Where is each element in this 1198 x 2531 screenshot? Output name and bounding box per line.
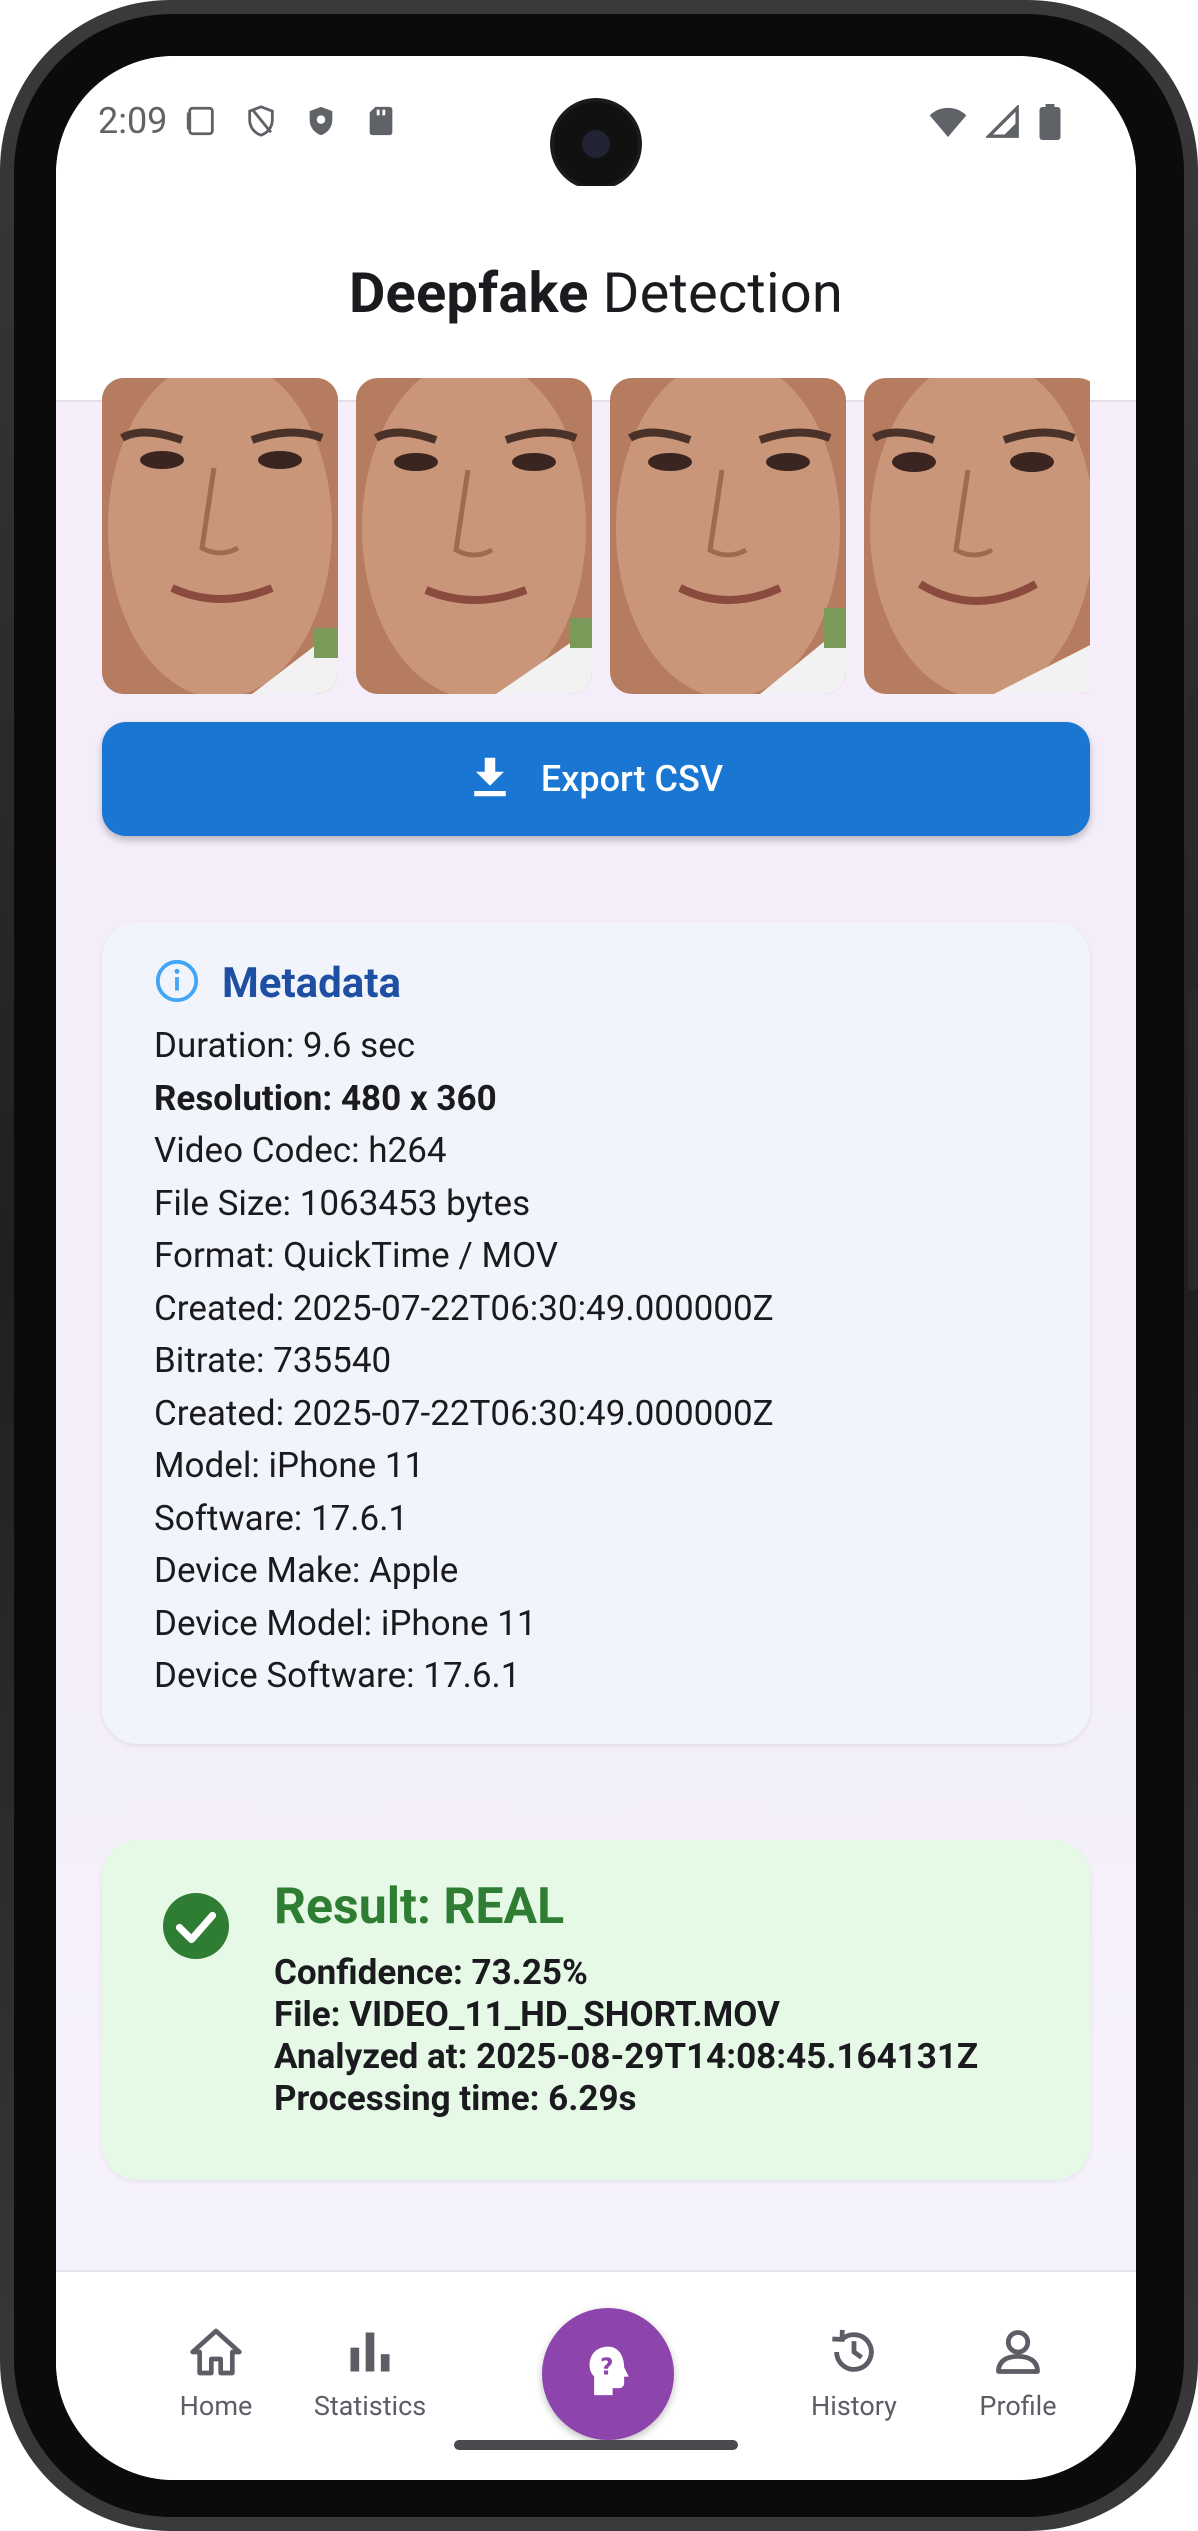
face-frame-thumbnail[interactable] [102, 378, 338, 694]
history-icon [826, 2329, 882, 2382]
nav-profile[interactable]: Profile [938, 2326, 1098, 2422]
result-processing-time: Processing time: 6.29s [274, 2078, 637, 2119]
metadata-format: Format: QuickTime / MOV [154, 1235, 559, 1276]
result-details: Confidence: 73.25% File: VIDEO_11_HD_SHO… [274, 1952, 978, 2120]
app-bar: Deepfake Detection [56, 186, 1136, 402]
screenshot-icon [184, 104, 218, 142]
status-icons-right [928, 103, 1062, 144]
status-icons-left [184, 104, 398, 142]
app-title: Deepfake Detection [349, 260, 843, 326]
metadata-header: Metadata [154, 958, 401, 1008]
metadata-list: Duration: 9.6 sec Resolution: 480 x 360 … [154, 1020, 774, 1703]
face-frame-thumbnail[interactable] [356, 378, 592, 694]
metadata-card: Metadata Duration: 9.6 sec Resolution: 4… [102, 922, 1090, 1744]
export-csv-button[interactable]: Export CSV [102, 722, 1090, 836]
download-icon [469, 754, 511, 804]
metadata-title: Metadata [222, 958, 401, 1008]
sd-card-icon [364, 104, 398, 142]
check-circle-icon [160, 1890, 232, 1966]
metadata-duration: Duration: 9.6 sec [154, 1025, 416, 1066]
battery-icon [1038, 104, 1062, 144]
result-title: Result: REAL [274, 1878, 565, 1936]
app-title-bold: Deepfake [348, 260, 589, 326]
metadata-video-codec: Video Codec: h264 [154, 1130, 447, 1171]
nav-history-label: History [811, 2390, 897, 2422]
home-icon [188, 2328, 244, 2382]
front-camera [554, 102, 638, 186]
metadata-device-model: Device Model: iPhone 11 [154, 1602, 537, 1644]
metadata-bitrate: Bitrate: 735540 [154, 1340, 392, 1381]
metadata-resolution: Resolution: 480 x 360 [154, 1077, 497, 1119]
nav-profile-label: Profile [979, 2390, 1057, 2422]
head-question-icon: ? [580, 2342, 636, 2406]
metadata-device-make: Device Make: Apple [154, 1550, 459, 1591]
status-bar: 2:09 [56, 56, 1136, 186]
result-file: File: VIDEO_11_HD_SHORT.MOV [274, 1994, 780, 2035]
nav-home-label: Home [179, 2390, 253, 2422]
app-title-regular: Detection [602, 260, 844, 326]
metadata-device-software: Device Software: 17.6.1 [154, 1655, 521, 1696]
metadata-software: Software: 17.6.1 [154, 1497, 409, 1539]
phone-frame: 2:09 Deepfake Detection Export CSV Metad… [0, 0, 1198, 2531]
result-confidence: Confidence: 73.25% [274, 1952, 588, 1993]
detect-fab-button[interactable]: ? [542, 2308, 674, 2440]
frames-strip[interactable] [102, 378, 1090, 694]
vpn-shield-outline-icon [244, 104, 278, 142]
shield-icon [304, 104, 338, 142]
face-frame-thumbnail[interactable] [610, 378, 846, 694]
svg-text:?: ? [600, 2354, 613, 2380]
bar-chart-icon [344, 2332, 396, 2382]
status-time: 2:09 [98, 100, 168, 142]
home-indicator[interactable] [454, 2440, 738, 2450]
metadata-created-2: Created: 2025-07-22T06:30:49.000000Z [154, 1392, 774, 1434]
wifi-icon [928, 105, 968, 143]
metadata-file-size: File Size: 1063453 bytes [154, 1182, 531, 1224]
screen: 2:09 Deepfake Detection Export CSV Metad… [56, 56, 1136, 2480]
person-icon [992, 2330, 1044, 2382]
export-csv-label: Export CSV [540, 758, 724, 800]
nav-statistics[interactable]: Statistics [290, 2326, 450, 2422]
cellular-signal-icon [984, 103, 1020, 143]
nav-history[interactable]: History [774, 2326, 934, 2422]
result-card: Result: REAL Confidence: 73.25% File: VI… [102, 1840, 1090, 2180]
metadata-model: Model: iPhone 11 [154, 1445, 425, 1486]
info-icon [154, 958, 200, 1008]
metadata-created: Created: 2025-07-22T06:30:49.000000Z [154, 1287, 774, 1329]
face-frame-thumbnail[interactable] [864, 378, 1090, 694]
power-button [1188, 690, 1198, 880]
nav-statistics-label: Statistics [313, 2390, 427, 2422]
volume-button [1188, 990, 1198, 1290]
result-analyzed-at: Analyzed at: 2025-08-29T14:08:45.164131Z [274, 2036, 979, 2077]
nav-home[interactable]: Home [136, 2326, 296, 2422]
